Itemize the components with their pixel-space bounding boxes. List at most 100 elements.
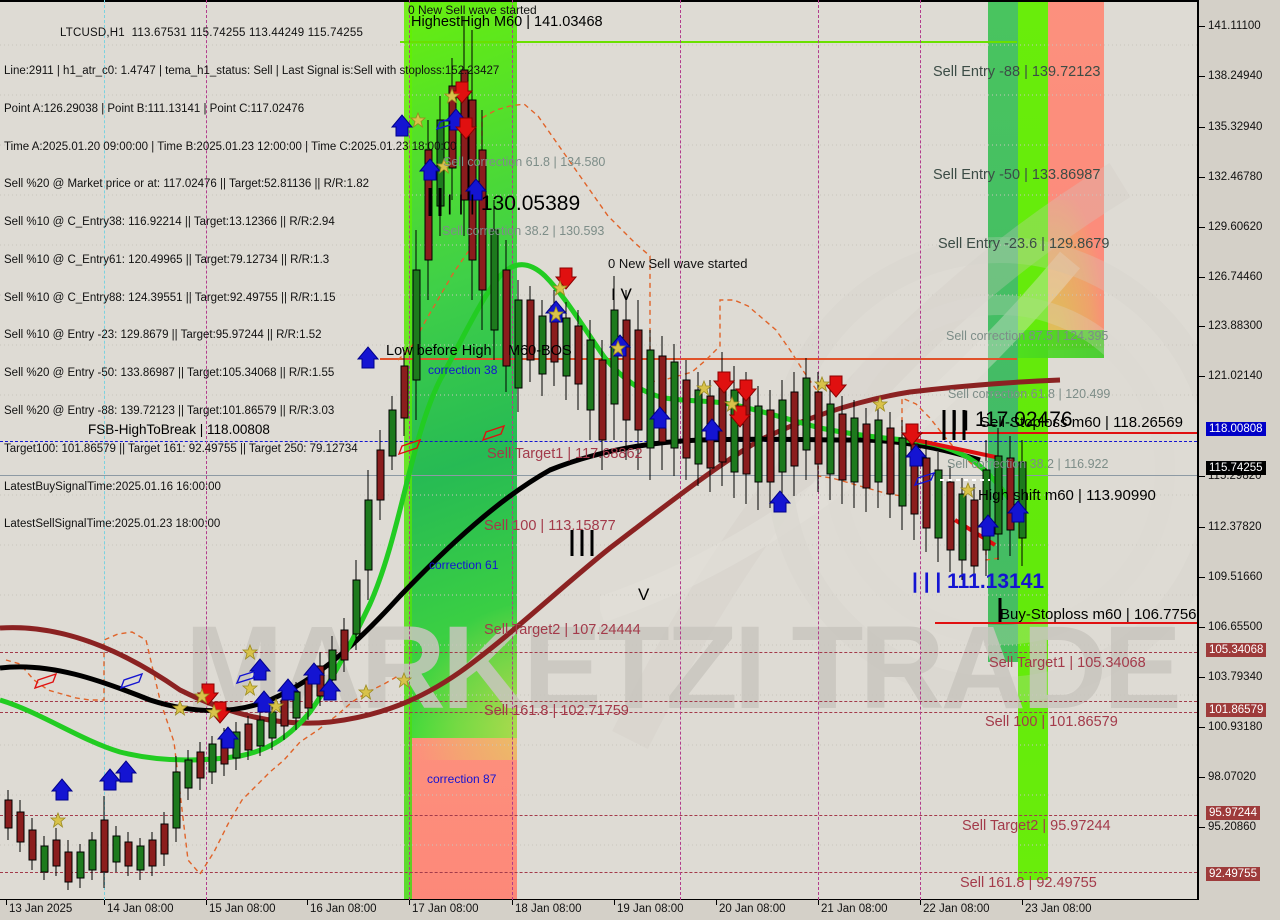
time-tick bbox=[206, 900, 207, 905]
time-tick-label: 19 Jan 08:00 bbox=[617, 903, 684, 915]
time-tick bbox=[920, 900, 921, 905]
time-scale[interactable]: 13 Jan 2025 14 Jan 08:00 15 Jan 08:00 16 Ja… bbox=[0, 900, 1280, 920]
price-scale[interactable]: 141.11100 138.24940 135.32940 132.46780 129.… bbox=[1197, 0, 1280, 900]
price-tick-label: 126.74460 bbox=[1208, 270, 1263, 283]
annotation-correction-87: correction 87 bbox=[427, 772, 497, 786]
info-line: Sell %10 @ C_Entry38: 116.92214 || Targe… bbox=[4, 216, 335, 229]
price-tick bbox=[1199, 25, 1205, 27]
time-tick-label: 17 Jan 08:00 bbox=[412, 903, 479, 915]
time-tick-label: 20 Jan 08:00 bbox=[719, 903, 786, 915]
price-tick-label: 103.79340 bbox=[1208, 670, 1263, 683]
info-line: LatestSellSignalTime:2025.01.23 18:00:00 bbox=[4, 518, 221, 531]
annotation-sell-stoploss-m60: Sell-Stoploss m60 | 118.26569 bbox=[980, 414, 1183, 431]
price-tick bbox=[1199, 676, 1205, 678]
price-tick bbox=[1199, 577, 1205, 579]
price-tick bbox=[1199, 376, 1205, 378]
price-tick bbox=[1199, 276, 1205, 278]
price-marker-last: 115.74255 bbox=[1206, 461, 1266, 476]
price-marker-target: 101.86579 bbox=[1206, 703, 1267, 718]
info-line: Point A:126.29038 | Point B:111.13141 | … bbox=[4, 102, 305, 115]
price-tick bbox=[1199, 776, 1205, 778]
time-tick bbox=[512, 900, 513, 905]
annotation-buy-stoploss-m60: Buy-Stoploss m60 | 106.7756 bbox=[1000, 606, 1197, 623]
time-tick-label: 21 Jan 08:00 bbox=[821, 903, 888, 915]
symbol-ohlc-line: LTCUSD,H1 113.67531 115.74255 113.44249 … bbox=[60, 27, 364, 40]
price-tick bbox=[1199, 126, 1205, 128]
mt4-chart-window: MARKETZI TRADE HighestHigh M60 | 141.034… bbox=[0, 0, 1280, 920]
price-marker-target: 95.97244 bbox=[1206, 806, 1260, 821]
price-tick-label: 132.46780 bbox=[1208, 170, 1263, 183]
price-tick-label: 129.60620 bbox=[1208, 220, 1263, 233]
price-tick-label: 100.93180 bbox=[1208, 720, 1263, 733]
time-tick bbox=[716, 900, 717, 905]
time-tick bbox=[104, 900, 105, 905]
info-line: Sell %20 @ Market price or at: 117.02476… bbox=[4, 178, 369, 191]
time-tick-label: 13 Jan 2025 bbox=[9, 903, 73, 915]
price-tick bbox=[1199, 476, 1205, 478]
info-line: Sell %10 @ C_Entry61: 120.49965 || Targe… bbox=[4, 253, 330, 266]
time-tick-label: 23 Jan 08:00 bbox=[1025, 903, 1092, 915]
annotation-wave-v: V bbox=[638, 585, 650, 604]
info-line: LatestBuySignalTime:2025.01.16 16:00:00 bbox=[4, 480, 221, 493]
price-tick bbox=[1199, 226, 1205, 228]
chart-plot-area[interactable]: MARKETZI TRADE HighestHigh M60 | 141.034… bbox=[0, 0, 1197, 900]
annotation-sell-target1-mid: Sell Target1 | 117.68862 bbox=[487, 446, 643, 462]
annotation-sell-161-mid: Sell 161.8 | 102.71759 bbox=[484, 703, 629, 719]
annotation-sell-correction-875: Sell correction 87.5 | 124.395 bbox=[946, 329, 1109, 343]
price-marker-target: 92.49755 bbox=[1206, 866, 1260, 881]
time-tick bbox=[818, 900, 819, 905]
time-tick bbox=[307, 900, 308, 905]
time-tick bbox=[614, 900, 615, 905]
info-line: Sell %20 @ Entry -88: 139.72123 || Targe… bbox=[4, 405, 335, 417]
info-line: Sell %10 @ C_Entry88: 124.39551 || Targe… bbox=[4, 291, 336, 304]
annotation-sell-entry-236: Sell Entry -23.6 | 129.8679 bbox=[938, 236, 1110, 252]
price-tick-label: 138.24940 bbox=[1208, 69, 1263, 82]
price-tick bbox=[1199, 626, 1205, 628]
chart-info-header: LTCUSD,H1 113.67531 115.74255 113.44249 … bbox=[4, 2, 499, 556]
time-tick bbox=[409, 900, 410, 905]
price-tick bbox=[1199, 75, 1205, 77]
annotation-sell-target2-right: Sell Target2 | 95.97244 bbox=[962, 818, 1111, 834]
annotation-sell-entry-50: Sell Entry -50 | 133.86987 bbox=[933, 167, 1101, 183]
price-marker-target: 105.34068 bbox=[1206, 642, 1267, 657]
annotation-sell-entry-88: Sell Entry -88 | 139.72123 bbox=[933, 64, 1101, 80]
flag-marker bbox=[33, 672, 58, 690]
price-marker-bid: 118.00808 bbox=[1206, 421, 1266, 436]
price-tick bbox=[1199, 726, 1205, 728]
price-tick bbox=[1199, 527, 1205, 529]
time-tick-label: 18 Jan 08:00 bbox=[515, 903, 582, 915]
price-tick-label: 121.02140 bbox=[1208, 370, 1263, 383]
price-tick-label: 112.37820 bbox=[1208, 521, 1262, 534]
time-tick-label: 14 Jan 08:00 bbox=[107, 903, 174, 915]
annotation-m60-bos: M60-BOS bbox=[508, 343, 572, 359]
price-tick bbox=[1199, 826, 1205, 828]
price-tick-label: 95.20860 bbox=[1208, 820, 1256, 833]
price-tick-label: 106.65500 bbox=[1208, 620, 1263, 633]
annotation-point-b-111: | | | 111.13141 bbox=[912, 570, 1045, 593]
annotation-sell-target2-mid: Sell Target2 | 107.24444 bbox=[484, 622, 641, 638]
price-tick-label: 109.51660 bbox=[1208, 571, 1263, 584]
annotation-sell-target1-right: Sell Target1 | 105.34068 bbox=[989, 655, 1146, 671]
info-line: Line:2911 | h1_atr_c0: 1.4747 | tema_h1_… bbox=[4, 64, 500, 77]
price-tick-label: 141.11100 bbox=[1208, 19, 1261, 32]
time-tick-label: 16 Jan 08:00 bbox=[310, 903, 377, 915]
annotation-correction-61: correction 61 bbox=[429, 558, 499, 572]
info-line: Sell %10 @ Entry -23: 129.8679 || Target… bbox=[4, 329, 322, 342]
annotation-sell-100-mid: Sell 100 | 113.15877 bbox=[484, 518, 616, 534]
info-line: Target100: 101.86579 || Target 161: 92.4… bbox=[4, 442, 358, 455]
time-tick-label: 15 Jan 08:00 bbox=[209, 903, 276, 915]
annotation-high-shift-m60: High shift m60 | 113.90990 bbox=[978, 487, 1156, 504]
annotation-new-sell-wave: 0 New Sell wave started bbox=[608, 256, 748, 271]
annotation-sell-161-right: Sell 161.8 | 92.49755 bbox=[960, 875, 1097, 891]
time-tick bbox=[6, 900, 7, 905]
price-tick bbox=[1199, 176, 1205, 178]
annotation-wave-iv: I V bbox=[611, 285, 632, 304]
info-line: Time A:2025.01.20 09:00:00 | Time B:2025… bbox=[4, 140, 457, 153]
annotation-sell-correction-618-120: Sell correction 61.8 | 120.499 bbox=[948, 387, 1111, 401]
annotation-sell-correction-382-116: Sell correction 38.2 | 116.922 bbox=[947, 457, 1109, 471]
annotation-sell-100-right: Sell 100 | 101.86579 bbox=[985, 714, 1118, 730]
price-tick-label: 123.88300 bbox=[1208, 320, 1263, 333]
time-tick bbox=[1022, 900, 1023, 905]
price-tick bbox=[1199, 326, 1205, 328]
time-tick-label: 22 Jan 08:00 bbox=[923, 903, 990, 915]
